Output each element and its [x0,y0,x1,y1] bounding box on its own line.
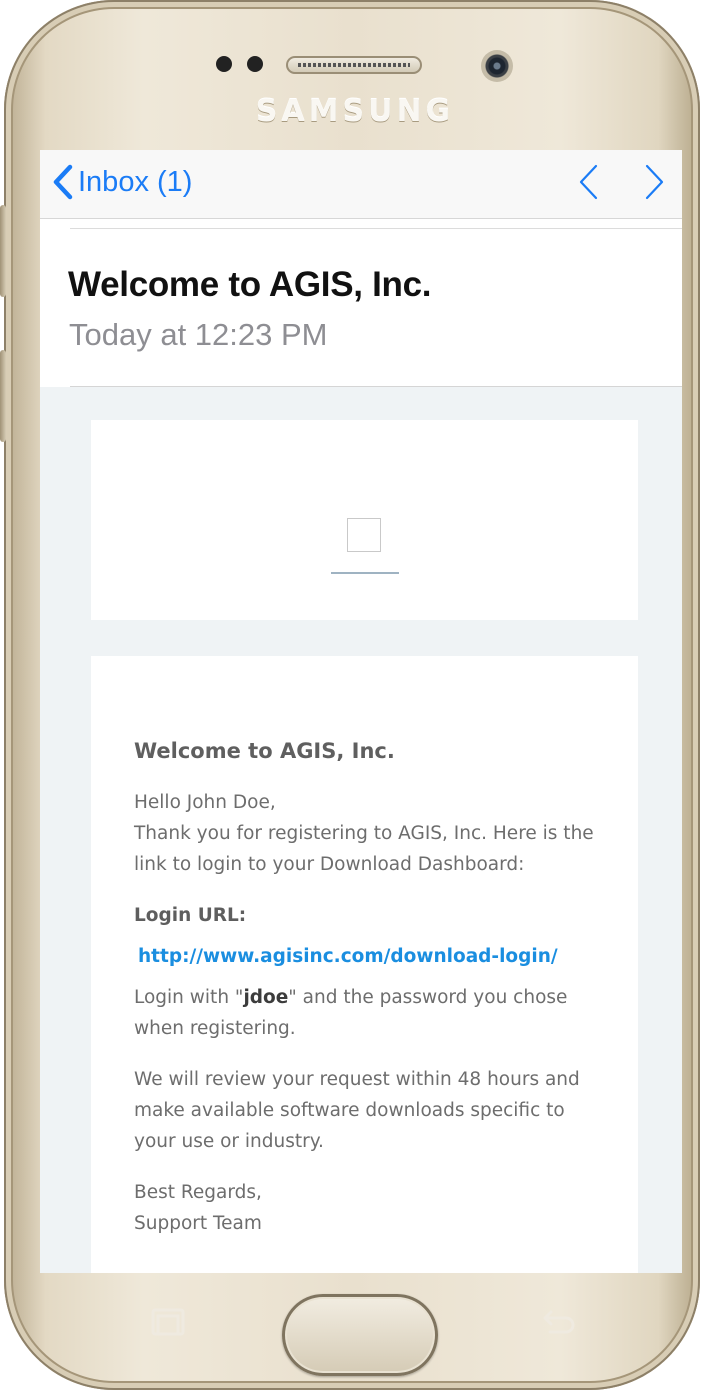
front-camera [481,50,513,82]
previous-message-button[interactable] [572,162,606,202]
closing: Best Regards, [134,1182,262,1203]
broken-image-icon [347,518,381,552]
message-date: Today at 12:23 PM [69,317,328,352]
login-instructions: Login with "jdoe" and the password you c… [134,982,604,1044]
mail-navbar: Inbox (1) [40,150,682,218]
proximity-sensor [216,56,232,72]
back-icon[interactable] [536,1306,580,1340]
back-label: Inbox (1) [78,165,193,198]
light-sensor [247,56,263,72]
power-button [0,350,6,442]
username: jdoe [243,987,289,1008]
next-arrow-icon [645,164,664,200]
recent-apps-icon[interactable] [146,1306,190,1340]
login-url-link[interactable]: http://www.agisinc.com/download-login/ [138,941,604,972]
header-rule [70,228,682,229]
review-text: We will review your request within 48 ho… [134,1069,580,1152]
brand-logo: SAMSUNG [255,94,455,129]
message-body-card: Welcome to AGIS, Inc. Hello John Doe, Th… [91,656,638,1273]
prev-arrow-icon [579,164,598,200]
back-to-inbox-button[interactable]: Inbox (1) [52,160,192,204]
speaker-grill [298,63,410,67]
next-message-button[interactable] [637,162,671,202]
logo-card [91,420,638,620]
body-heading: Welcome to AGIS, Inc. [134,739,395,763]
logo-underline [331,572,399,574]
header-rule-bottom [70,386,682,387]
login-label: Login URL: [134,905,247,926]
signature: Support Team [134,1213,262,1234]
message-header: Welcome to AGIS, Inc. Today at 12:23 PM [40,219,682,387]
mail-screen: Inbox (1) Welcome to AGIS, Inc. Today at… [40,150,682,1273]
body-text: Hello John Doe, Thank you for registerin… [134,787,604,880]
message-body: Welcome to AGIS, Inc. Hello John Doe, Th… [134,736,604,1251]
chevron-left-icon [53,164,73,200]
greeting: Hello John Doe, [134,792,276,813]
home-button[interactable] [282,1294,438,1376]
volume-button [0,205,6,297]
message-subject: Welcome to AGIS, Inc. [68,265,432,304]
sign-off: Best Regards, Support Team [134,1177,604,1239]
login-pre: Login with " [134,987,244,1008]
intro: Thank you for registering to AGIS, Inc. … [134,823,594,875]
